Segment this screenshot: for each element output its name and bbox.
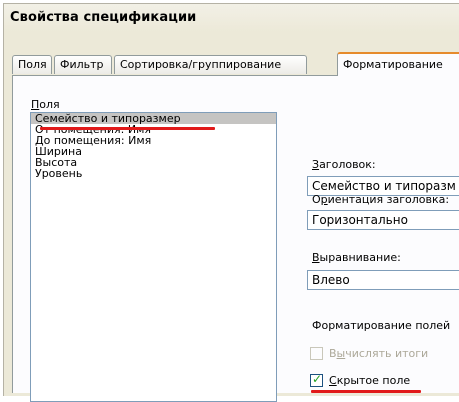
tab-fields[interactable]: Поля: [12, 55, 52, 74]
fields-list[interactable]: Семейство и типоразмер От помещения: Имя…: [30, 112, 277, 402]
orientation-label: Ориентация заголовка:: [312, 193, 450, 206]
heading-label: Заголовок:: [312, 158, 376, 171]
orientation-select[interactable]: Горизонтально: [307, 210, 459, 230]
list-item-level[interactable]: Уровень: [31, 168, 276, 179]
alignment-label: Выравнивание:: [312, 251, 401, 264]
field-formatting-label: Форматирование полей: [312, 319, 451, 332]
hidden-field-checkbox[interactable]: ✓: [310, 372, 323, 387]
tab-formatting[interactable]: Форматирование: [337, 52, 459, 76]
title-bar[interactable]: Свойства спецификации: [4, 4, 459, 32]
tab-sorting-grouping[interactable]: Сортировка/группирование: [114, 55, 307, 74]
tab-strip: Поля Фильтр Сортировка/группирование Фор…: [12, 52, 459, 76]
window-title: Свойства спецификации: [10, 10, 197, 25]
tab-filter[interactable]: Фильтр: [54, 55, 112, 74]
alignment-select[interactable]: Влево: [307, 270, 459, 290]
hidden-field-label: Скрытое поле: [329, 374, 411, 387]
calc-totals-label: Вычислять итоги: [329, 347, 429, 360]
checkmark-icon: ✓: [312, 372, 323, 386]
highlight-underline-selected-field: [40, 127, 215, 130]
fields-label: Поля: [31, 98, 60, 111]
calc-totals-checkbox[interactable]: [310, 347, 323, 360]
